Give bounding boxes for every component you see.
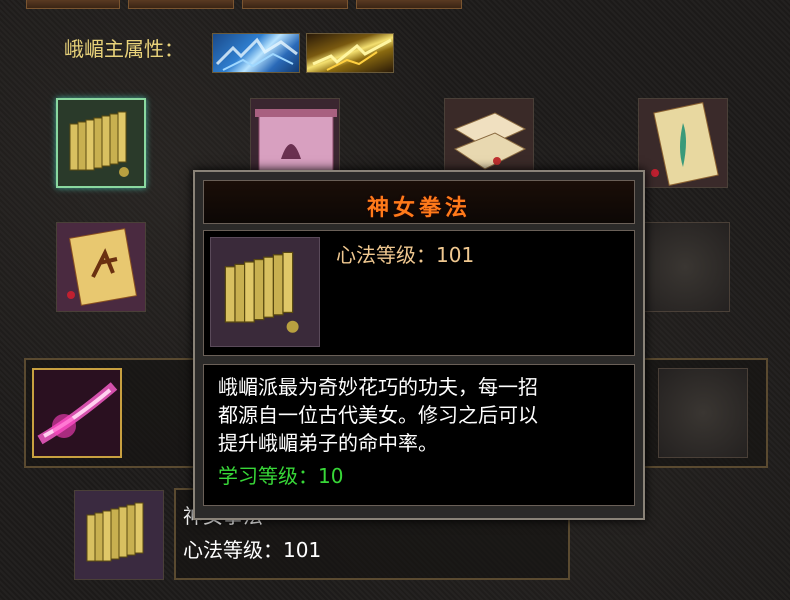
top-tab-2[interactable] [128,0,234,9]
skill-slot-lady-painting[interactable] [638,98,728,188]
tooltip-title: 神女拳法 [366,196,471,221]
tooltip-description-line: 峨嵋派最为奇妙花巧的功夫，每一招 [218,375,538,399]
attribute-label: 峨嵋主属性： [64,37,184,61]
top-tab-1[interactable] [26,0,120,9]
thunder-attribute-icon [306,33,394,73]
tooltip-description: 峨嵋派最为奇妙花巧的功夫，每一招 都源自一位古代美女。修习之后可以 提升峨嵋弟子… [218,373,618,457]
bamboo-scroll-icon [75,491,163,579]
active-skill-slot-empty[interactable] [658,368,748,458]
pink-slash-icon [34,370,120,456]
skill-slot-empty[interactable] [640,222,730,312]
top-tab-3[interactable] [242,0,348,9]
tooltip-description-line: 都源自一位古代美女。修习之后可以 [218,403,538,427]
bottom-skill-level: 心法等级：101 [183,538,322,562]
skill-slot-dancer-scroll[interactable] [56,222,146,312]
bamboo-scroll-icon [211,238,319,346]
top-tab-4[interactable] [356,0,462,9]
bottom-skill-slot[interactable] [74,490,164,580]
tooltip-description-line: 提升峨嵋弟子的命中率。 [218,431,438,455]
tooltip-description-box: 峨嵋派最为奇妙花巧的功夫，每一招 都源自一位古代美女。修习之后可以 提升峨嵋弟子… [203,364,635,506]
ice-attribute-icon [212,33,300,73]
tooltip-info-box: 心法等级：101 [203,230,635,356]
tooltip-skill-icon [210,237,320,347]
skill-tooltip: 神女拳法 心法等级：101 峨嵋派最为奇妙花巧的功夫，每一招 都源自一位古代美女… [193,170,645,520]
tooltip-requirement: 学习等级：10 [218,464,344,488]
skill-slot-bamboo-scroll[interactable] [56,98,146,188]
dancer-scroll-icon [57,223,145,311]
active-skill-slot[interactable] [32,368,122,458]
tooltip-level: 心法等级：101 [336,243,475,267]
lady-painting-icon [639,99,727,187]
tooltip-header: 神女拳法 [203,180,635,224]
bamboo-scroll-icon [58,100,144,186]
